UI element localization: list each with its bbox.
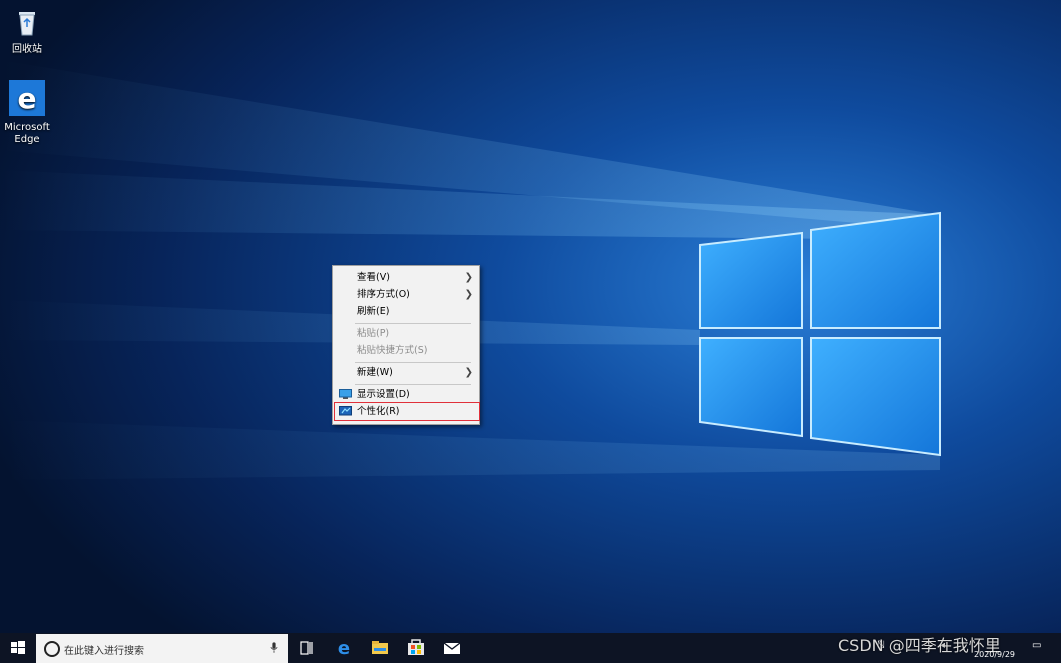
cortana-icon[interactable] (44, 641, 60, 657)
edge-icon: e (9, 80, 45, 116)
menu-item-label: 显示设置(D) (357, 389, 410, 400)
edge-taskbar-button[interactable]: e (326, 633, 362, 663)
menu-item-paste-shortcut: 粘贴快捷方式(S) (333, 342, 479, 359)
edge-desktop-icon[interactable]: e Microsoft Edge (0, 80, 56, 146)
file-explorer-icon (372, 641, 388, 654)
menu-separator (355, 384, 471, 385)
submenu-arrow-icon: ❯ (464, 272, 473, 283)
menu-separator (355, 362, 471, 363)
recycle-bin-desktop-icon[interactable]: 回收站 (0, 6, 56, 56)
menu-item-label: 新建(W) (357, 367, 393, 378)
personalize-icon (339, 406, 352, 416)
menu-separator (355, 323, 471, 324)
menu-item-sort-by[interactable]: 排序方式(O) ❯ (333, 286, 479, 303)
menu-item-label: 排序方式(O) (357, 289, 410, 300)
search-placeholder: 在此键入进行搜索 (64, 646, 144, 657)
windows-logo-icon (11, 641, 25, 654)
taskbar-search-box[interactable]: 在此键入进行搜索 (36, 634, 288, 663)
recycle-bin-label: 回收站 (12, 44, 42, 55)
task-view-button[interactable] (289, 633, 325, 663)
submenu-arrow-icon: ❯ (464, 367, 473, 378)
desktop-context-menu: 查看(V) ❯ 排序方式(O) ❯ 刷新(E) 粘贴(P) 粘贴快捷方式(S) … (332, 265, 480, 425)
file-explorer-button[interactable] (362, 633, 398, 663)
notification-icon[interactable]: ▭ (1032, 640, 1041, 651)
store-icon (408, 639, 424, 655)
store-button[interactable] (398, 633, 434, 663)
tray-date[interactable]: 2020/9/29 (974, 650, 1015, 659)
menu-item-new[interactable]: 新建(W) ❯ (333, 364, 479, 381)
menu-item-label: 粘贴(P) (357, 328, 390, 339)
display-icon (339, 389, 352, 399)
menu-item-display-settings[interactable]: 显示设置(D) (333, 386, 479, 403)
desktop-wallpaper (0, 0, 1061, 633)
start-button[interactable] (0, 633, 36, 663)
mail-icon (443, 642, 461, 654)
submenu-arrow-icon: ❯ (464, 289, 473, 300)
edge-label-line1: Microsoft (4, 122, 50, 133)
menu-item-view[interactable]: 查看(V) ❯ (333, 269, 479, 286)
edge-icon: e (338, 638, 350, 659)
svg-text:e: e (18, 82, 37, 115)
edge-label-line2: Edge (14, 134, 40, 145)
task-view-icon (300, 641, 313, 655)
microphone-icon[interactable] (270, 642, 278, 654)
menu-item-label: 粘贴快捷方式(S) (357, 345, 428, 356)
menu-item-label: 刷新(E) (357, 306, 390, 317)
mail-button[interactable] (434, 633, 470, 663)
menu-item-personalize[interactable]: 个性化(R) (334, 402, 480, 421)
recycle-bin-icon (19, 12, 35, 36)
menu-item-label: 个性化(R) (357, 406, 400, 417)
menu-item-refresh[interactable]: 刷新(E) (333, 303, 479, 320)
menu-item-paste: 粘贴(P) (333, 325, 479, 342)
menu-item-label: 查看(V) (357, 272, 390, 283)
